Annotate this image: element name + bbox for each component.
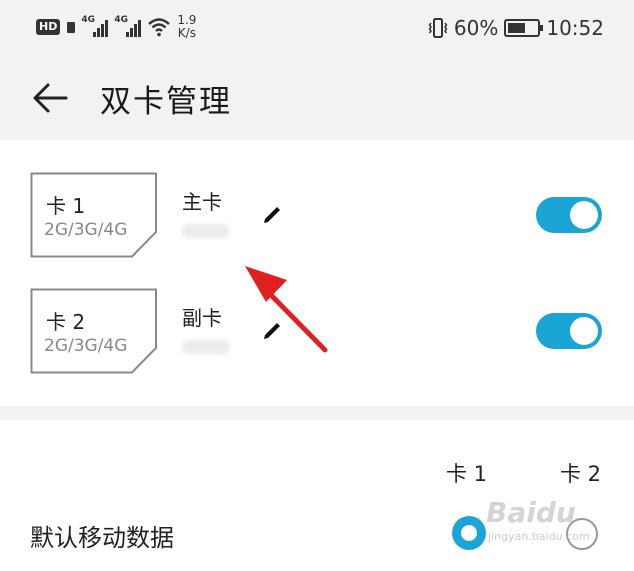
edit-pencil-icon[interactable] [258, 314, 286, 342]
speed-unit: K/s [177, 26, 196, 40]
status-right: 60% 10:52 [428, 16, 604, 40]
baidu-watermark-url: jingyan.baidu.com [488, 530, 590, 543]
sim-number-blurred [182, 224, 230, 238]
sim2-toggle[interactable] [536, 313, 602, 349]
sim-number-blurred [182, 340, 230, 354]
wifi-icon [148, 18, 171, 37]
status-bar: HD 4G 4G 1.9 K/s 60% 10:52 [0, 0, 634, 56]
network-type-sim1: 4G [81, 15, 95, 25]
network-speed: 1.9 K/s [177, 14, 196, 40]
back-arrow-icon[interactable] [30, 78, 70, 118]
network-type-sim2: 4G [114, 15, 128, 25]
sim-row-1: 卡 1 2G/3G/4G 主卡 [0, 172, 634, 272]
sim-icon [67, 21, 76, 33]
sim-networks: 2G/3G/4G [44, 220, 128, 240]
default-mobile-data-label: 默认移动数据 [30, 524, 174, 552]
signal-icon-sim2: 4G [114, 15, 142, 37]
vibrate-icon [428, 18, 448, 38]
toggle-knob [570, 201, 598, 229]
status-left: HD 4G 4G 1.9 K/s [36, 14, 196, 40]
sim-card-label: 卡 1 [46, 194, 86, 218]
column-header-sim1: 卡 1 [446, 462, 488, 486]
column-header-sim2: 卡 2 [560, 462, 602, 486]
signal-icon-sim1: 4G [81, 15, 109, 37]
radio-sim1-selected[interactable] [452, 516, 486, 550]
app-bar: 双卡管理 [0, 56, 634, 138]
baidu-watermark-logo: Baidu [486, 496, 576, 529]
toggle-knob [570, 317, 598, 345]
page-title: 双卡管理 [100, 84, 232, 120]
sim-name: 副卡 [182, 306, 222, 330]
edit-pencil-icon[interactable] [258, 198, 286, 226]
sim-networks: 2G/3G/4G [44, 336, 128, 356]
battery-percent: 60% [453, 16, 499, 40]
sim1-toggle[interactable] [536, 197, 602, 233]
battery-fill [508, 23, 526, 33]
sim-name: 主卡 [182, 190, 222, 214]
clock: 10:52 [546, 16, 604, 40]
battery-icon [504, 19, 544, 37]
sim-row-2: 卡 2 2G/3G/4G 副卡 [0, 288, 634, 388]
hd-icon: HD [36, 19, 61, 35]
sim-card-list: 卡 1 2G/3G/4G 主卡 卡 2 2G/3G/4G 副卡 [0, 140, 634, 406]
sim-card-label: 卡 2 [46, 310, 86, 334]
